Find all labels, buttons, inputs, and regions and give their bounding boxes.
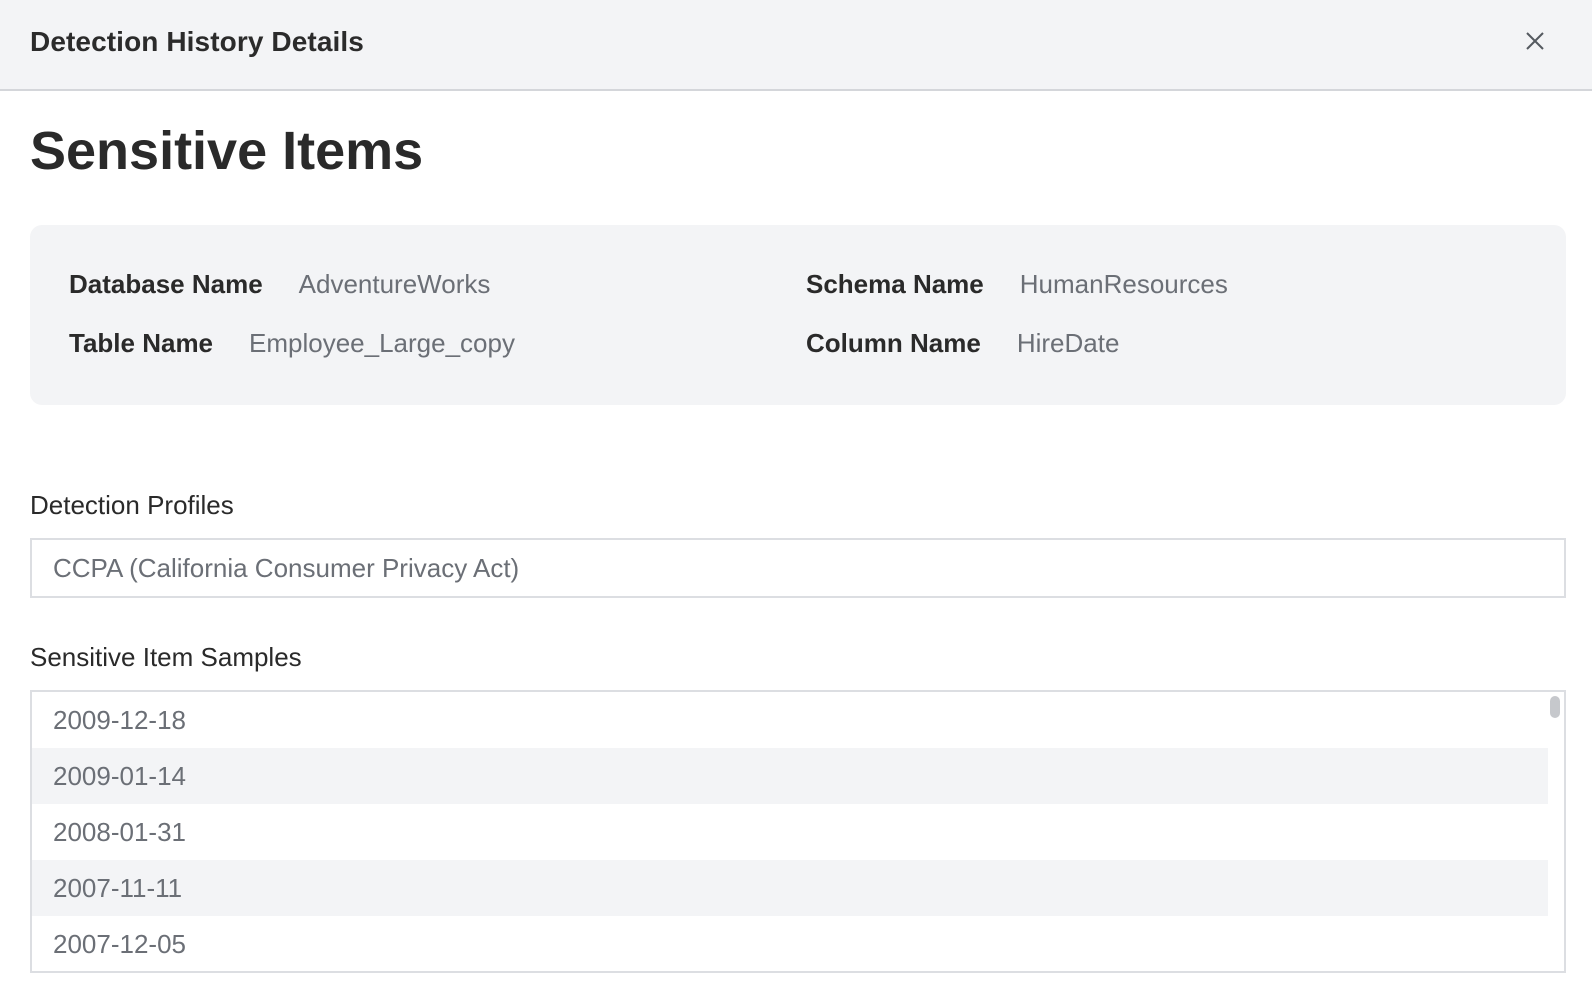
close-button[interactable] xyxy=(1520,26,1550,56)
sensitive-item-samples-list[interactable]: 2009-12-18 2009-01-14 2008-01-31 2007-11… xyxy=(30,690,1566,973)
sample-item: 2007-12-05 xyxy=(53,929,186,959)
dialog-header: Detection History Details xyxy=(0,0,1592,91)
table-name-label: Table Name xyxy=(69,328,214,358)
page-title: Sensitive Items xyxy=(30,121,424,181)
schema-name-value: HumanResources xyxy=(1019,269,1228,299)
info-card: Database Name AdventureWorks Schema Name H… xyxy=(30,225,1566,405)
close-icon xyxy=(1526,32,1544,50)
database-name-label: Database Name xyxy=(69,269,263,299)
schema-name-label: Schema Name xyxy=(806,269,984,299)
sample-item: 2009-12-18 xyxy=(53,705,186,735)
table-name-row: Table Name Employee_Large_copy xyxy=(69,328,515,359)
database-name-row: Database Name AdventureWorks xyxy=(69,269,490,300)
detection-profiles-label: Detection Profiles xyxy=(30,490,234,520)
column-name-label: Column Name xyxy=(806,328,981,358)
column-name-row: Column Name HireDate xyxy=(806,328,1119,359)
database-name-value: AdventureWorks xyxy=(298,269,491,299)
sample-item: 2008-01-31 xyxy=(53,817,186,847)
sample-item: 2009-01-14 xyxy=(32,748,1548,804)
dialog-title: Detection History Details xyxy=(30,26,364,57)
table-name-value: Employee_Large_copy xyxy=(249,328,515,358)
scrollbar-thumb[interactable] xyxy=(1550,696,1560,718)
sensitive-item-samples-label: Sensitive Item Samples xyxy=(30,642,302,672)
schema-name-row: Schema Name HumanResources xyxy=(806,269,1228,300)
detection-profiles-field[interactable]: CCPA (California Consumer Privacy Act) xyxy=(30,538,1566,598)
column-name-value: HireDate xyxy=(1016,328,1120,358)
sample-item: 2007-11-11 xyxy=(32,860,1548,916)
